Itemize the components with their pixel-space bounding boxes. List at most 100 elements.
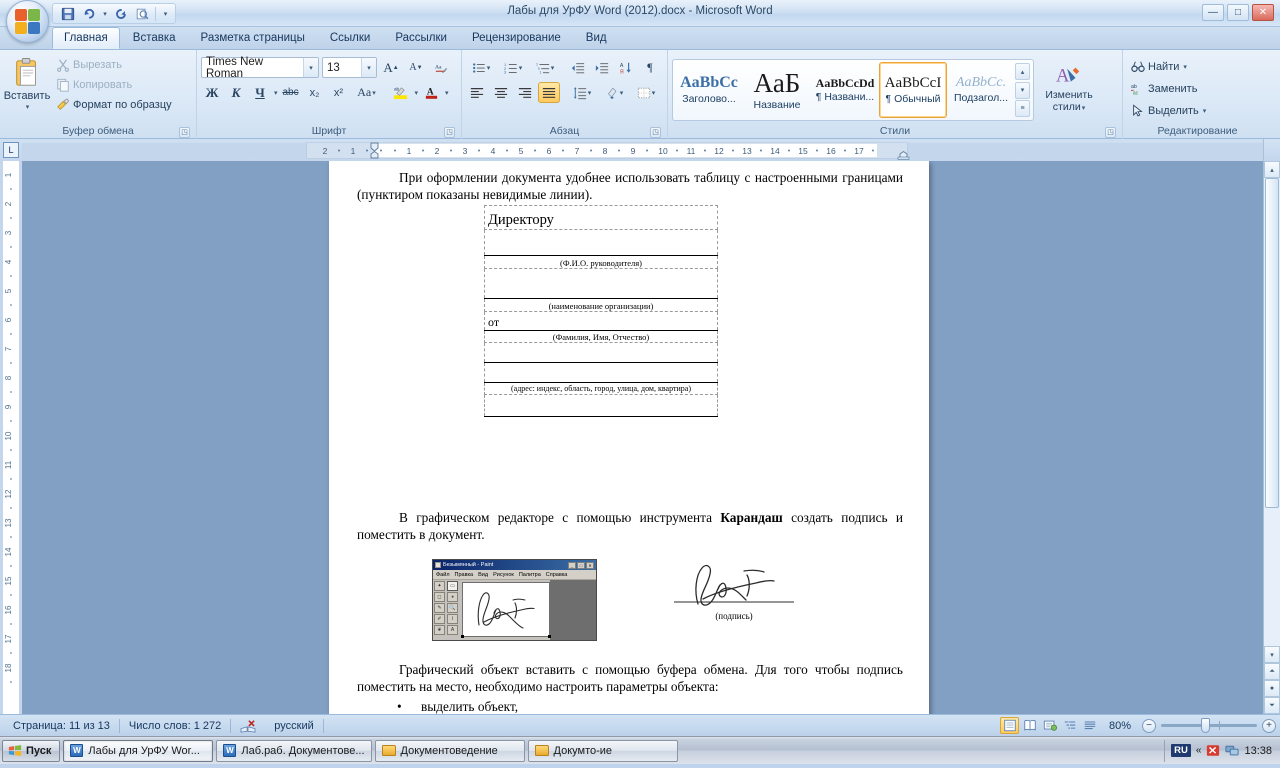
start-button[interactable]: Пуск xyxy=(2,739,61,762)
taskbar-item-folder-2[interactable]: Докумто-ие xyxy=(527,739,678,762)
clipboard-dialog-launcher[interactable]: ◳ xyxy=(179,127,190,138)
paint-canvas[interactable] xyxy=(461,582,551,638)
language-indicator[interactable]: русский xyxy=(265,720,322,732)
change-styles-button[interactable]: A Изменить стили▾ xyxy=(1038,59,1100,121)
outline-view-button[interactable] xyxy=(1060,717,1079,734)
airbrush-icon[interactable]: ❦ xyxy=(434,625,445,635)
canvas-handle[interactable] xyxy=(461,635,464,638)
zoom-out-button[interactable]: − xyxy=(1142,718,1156,733)
style-item-heading[interactable]: AaBbCc Заголово... xyxy=(675,62,743,118)
line-spacing-button[interactable]: ▾ xyxy=(567,82,597,103)
underline-button[interactable]: Ч xyxy=(249,82,271,103)
table-cell-from[interactable]: от xyxy=(484,311,718,331)
select-icon[interactable]: ▭ xyxy=(447,581,458,591)
style-item-subtitle[interactable]: AaBbCcDd ¶ Названи... xyxy=(811,62,879,118)
grow-font-button[interactable]: A ▲ xyxy=(380,57,402,78)
paint-window-image[interactable]: Безымянный - Paint _ □ ✕ Файл Правка Вид xyxy=(432,559,597,641)
table-cell-blank-4[interactable] xyxy=(484,362,718,383)
styles-dialog-launcher[interactable]: ◳ xyxy=(1105,127,1116,138)
draft-view-button[interactable] xyxy=(1080,717,1099,734)
show-formatting-marks-button[interactable]: ¶ xyxy=(639,57,661,78)
replace-button[interactable]: ab ac Заменить xyxy=(1127,79,1201,98)
brush-icon[interactable]: ⌇ xyxy=(447,614,458,624)
numbering-button[interactable]: 1 2 3 ▾ xyxy=(498,57,528,78)
tab-insert[interactable]: Вставка xyxy=(121,27,188,49)
taskbar-item-folder-1[interactable]: Документоведение xyxy=(374,739,525,762)
tab-review[interactable]: Рецензирование xyxy=(460,27,573,49)
styles-more-icon[interactable]: ≡ xyxy=(1015,100,1030,117)
clock[interactable]: 13:38 xyxy=(1244,745,1272,757)
table-cell-caption-2[interactable]: (наименование организации) xyxy=(484,298,718,312)
cut-button[interactable]: Вырезать xyxy=(52,55,176,74)
previous-page-button[interactable]: ⏶ xyxy=(1264,663,1280,680)
table-cell-director[interactable]: Директору xyxy=(484,205,718,230)
table-cell-caption-3[interactable]: (Фамилия, Имя, Отчество) xyxy=(484,330,718,343)
table-cell-blank-2[interactable] xyxy=(484,268,718,299)
strikethrough-button[interactable]: abc xyxy=(280,82,302,103)
text-icon[interactable]: A xyxy=(447,625,458,635)
close-button[interactable]: ✕ xyxy=(1252,4,1274,21)
font-dialog-launcher[interactable]: ◳ xyxy=(444,127,455,138)
paragraph-dialog-launcher[interactable]: ◳ xyxy=(650,127,661,138)
scrollbar-thumb[interactable] xyxy=(1265,178,1279,508)
browse-object-button[interactable]: ● xyxy=(1264,680,1280,697)
scrollbar-track[interactable] xyxy=(1264,178,1280,646)
tab-home[interactable]: Главная xyxy=(52,27,120,49)
tray-expand-icon[interactable]: « xyxy=(1196,745,1202,756)
paint-menu-edit[interactable]: Правка xyxy=(455,572,474,578)
taskbar-item-word-1[interactable]: W Лабы для УрФУ Wor... xyxy=(63,739,214,762)
text-highlight-button[interactable]: ab xyxy=(390,82,412,103)
address-table[interactable]: Директору (Ф.И.О. руководителя) (наимено… xyxy=(484,205,718,417)
vertical-ruler[interactable]: 1 2 3 4 5 6 7 8 9 10 11 12 13 14 15 16 1 xyxy=(0,161,22,714)
scroll-up-button[interactable]: ▴ xyxy=(1264,161,1280,178)
font-size-caret-icon[interactable]: ▾ xyxy=(361,58,376,77)
sort-button[interactable]: AЯ xyxy=(615,57,637,78)
vertical-scrollbar[interactable]: ▴ ▾ ⏶ ● ⏷ xyxy=(1263,161,1280,714)
tab-references[interactable]: Ссылки xyxy=(318,27,383,49)
multilevel-list-button[interactable]: 1 a 1 ▾ xyxy=(530,57,560,78)
tab-page-layout[interactable]: Разметка страницы xyxy=(189,27,317,49)
font-size-combo[interactable]: 13 ▾ xyxy=(322,57,377,78)
font-family-caret-icon[interactable]: ▾ xyxy=(303,58,318,77)
italic-button[interactable]: К xyxy=(225,82,247,103)
office-button[interactable] xyxy=(6,0,49,43)
paint-menu-colors[interactable]: Палитра xyxy=(519,572,541,578)
signature-object[interactable]: (подпись) xyxy=(674,559,794,621)
select-button[interactable]: Выделить ▾ xyxy=(1127,101,1210,120)
find-button[interactable]: Найти ▾ xyxy=(1127,57,1191,76)
align-left-button[interactable] xyxy=(466,82,488,103)
styles-scroll-down-icon[interactable]: ▾ xyxy=(1015,81,1030,99)
style-item-subheading[interactable]: AaBbCc. Подзагол... xyxy=(947,62,1015,118)
minimize-button[interactable]: — xyxy=(1202,4,1224,21)
paint-minimize-icon[interactable]: _ xyxy=(568,561,576,569)
style-item-title[interactable]: АаБ Название xyxy=(743,62,811,118)
bold-button[interactable]: Ж xyxy=(201,82,223,103)
eraser-icon[interactable]: ◻ xyxy=(434,592,445,602)
align-justify-button[interactable] xyxy=(538,82,560,103)
subscript-button[interactable]: x₂ xyxy=(304,82,326,103)
full-screen-reading-view-button[interactable] xyxy=(1020,717,1039,734)
shrink-font-button[interactable]: A ▼ xyxy=(405,57,427,78)
paste-caret-icon[interactable]: ▾ xyxy=(26,103,30,111)
paint-menu-view[interactable]: Вид xyxy=(478,572,488,578)
style-item-normal[interactable]: AaBbCcI ¶ Обычный xyxy=(879,62,947,118)
underline-caret-icon[interactable]: ▾ xyxy=(274,89,278,97)
align-center-button[interactable] xyxy=(490,82,512,103)
paint-menu-file[interactable]: Файл xyxy=(436,572,450,578)
borders-button[interactable]: ▾ xyxy=(631,82,661,103)
table-cell-caption-1[interactable]: (Ф.И.О. руководителя) xyxy=(484,255,718,269)
proofing-indicator[interactable] xyxy=(231,719,265,733)
next-page-button[interactable]: ⏷ xyxy=(1264,697,1280,714)
shading-button[interactable]: ▾ xyxy=(599,82,629,103)
find-caret-icon[interactable]: ▾ xyxy=(1183,63,1187,71)
table-cell-blank-1[interactable] xyxy=(484,229,718,256)
word-count-indicator[interactable]: Число слов: 1 272 xyxy=(120,720,230,732)
copy-button[interactable]: Копировать xyxy=(52,75,176,94)
zoom-slider-thumb[interactable] xyxy=(1201,718,1210,733)
font-color-caret-icon[interactable]: ▾ xyxy=(445,89,449,97)
change-styles-caret-icon[interactable]: ▾ xyxy=(1082,105,1086,112)
page-indicator[interactable]: Страница: 11 из 13 xyxy=(4,720,119,732)
network-icon[interactable] xyxy=(1225,744,1240,757)
clear-formatting-button[interactable]: Aa xyxy=(430,57,452,78)
paint-menu-help[interactable]: Справка xyxy=(546,572,568,578)
